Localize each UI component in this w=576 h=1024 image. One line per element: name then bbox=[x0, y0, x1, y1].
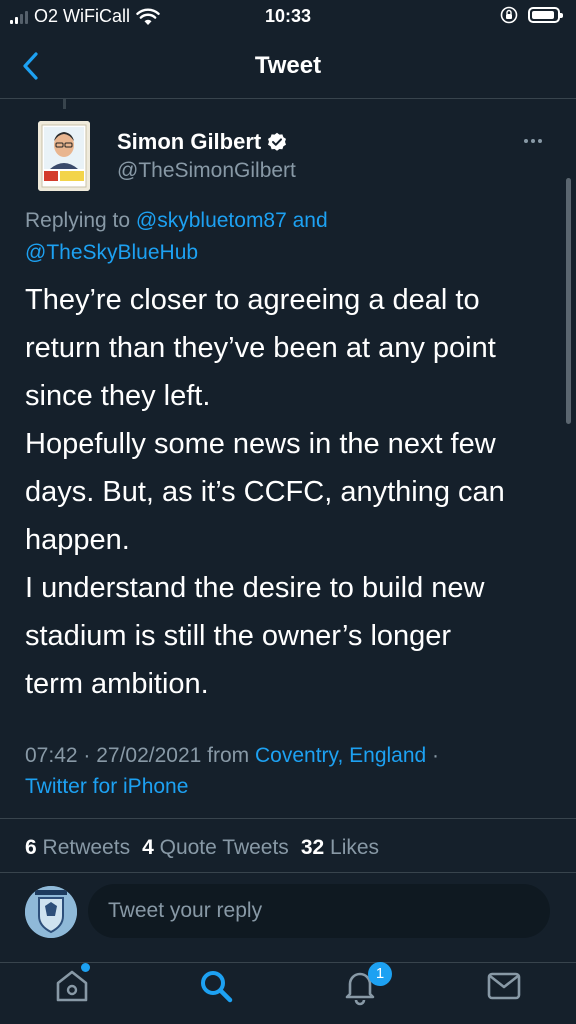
likes-stat[interactable]: 32 Likes bbox=[301, 836, 379, 860]
tweet-text-line: return than they’ve been at any point bbox=[25, 332, 496, 364]
likes-count: 32 bbox=[300, 836, 325, 859]
home-new-indicator bbox=[81, 963, 90, 972]
tweet-meta: 07:42 · 27/02/2021 from Coventry, Englan… bbox=[25, 740, 555, 802]
replying-to: Replying to @skybluetom87 and @TheSkyBlu… bbox=[25, 205, 545, 269]
tweet-text-line: I understand the desire to build new bbox=[25, 572, 485, 604]
reply-input[interactable]: Tweet your reply bbox=[88, 884, 550, 938]
author-handle[interactable]: @TheSimonGilbert bbox=[117, 159, 296, 183]
more-options-icon[interactable] bbox=[524, 134, 550, 148]
tweet-text-line: days. But, as it’s CCFC, anything can bbox=[25, 476, 505, 508]
tweet-text-line: Hopefully some news in the next few bbox=[25, 428, 496, 460]
divider bbox=[0, 872, 576, 873]
quote-tweets-stat[interactable]: 4 Quote Tweets bbox=[142, 836, 289, 860]
search-icon[interactable] bbox=[196, 966, 236, 1006]
tweet-stats: 6 Retweets 4 Quote Tweets 32 Likes bbox=[25, 836, 379, 860]
thread-connector-line bbox=[63, 99, 66, 109]
home-icon[interactable] bbox=[52, 966, 92, 1006]
user-avatar[interactable] bbox=[25, 886, 77, 938]
replying-prefix: Replying to bbox=[25, 209, 131, 232]
page-title: Tweet bbox=[254, 52, 322, 79]
messages-icon[interactable] bbox=[484, 966, 524, 1006]
scrollbar-thumb[interactable] bbox=[566, 178, 571, 424]
retweets-stat[interactable]: 6 Retweets bbox=[25, 836, 130, 860]
tweet-text-line: term ambition. bbox=[25, 668, 209, 700]
status-bar: O2 WiFiCall 10:33 bbox=[0, 0, 576, 34]
likes-label: Likes bbox=[330, 836, 380, 859]
tweet-text-line: happen. bbox=[25, 524, 130, 556]
tweet-location-link[interactable]: Coventry, England bbox=[255, 744, 426, 767]
tweet-text-line: stadium is still the owner’s longer bbox=[25, 620, 452, 652]
tweet-body: They’re closer to agreeing a deal to ret… bbox=[25, 276, 560, 708]
retweets-label: Retweets bbox=[42, 836, 131, 859]
tweet-text-line: since they left. bbox=[25, 380, 211, 412]
notifications-badge: 1 bbox=[368, 962, 392, 986]
quotes-count: 4 bbox=[142, 836, 154, 859]
quotes-label: Quote Tweets bbox=[159, 836, 289, 859]
author-name-text[interactable]: Simon Gilbert bbox=[117, 129, 261, 155]
reply-mention-2[interactable]: @TheSkyBlueHub bbox=[25, 241, 198, 264]
navigation-bar: Tweet bbox=[0, 34, 576, 99]
retweets-count: 6 bbox=[25, 836, 37, 859]
tweet-timestamp: 07:42 · 27/02/2021 from bbox=[25, 744, 250, 767]
divider bbox=[0, 818, 576, 819]
author-avatar[interactable] bbox=[38, 121, 90, 191]
author-name[interactable]: Simon Gilbert bbox=[117, 129, 287, 155]
tweet-text-line: They’re closer to agreeing a deal to bbox=[25, 284, 480, 316]
meta-separator: · bbox=[426, 744, 440, 767]
battery-icon bbox=[528, 7, 563, 23]
status-time: 10:33 bbox=[264, 6, 312, 26]
orientation-lock-icon bbox=[500, 6, 518, 24]
reply-mention-1[interactable]: @skybluetom87 and bbox=[136, 209, 328, 232]
verified-badge-icon bbox=[268, 132, 287, 151]
tweet-source-link[interactable]: Twitter for iPhone bbox=[25, 775, 188, 798]
